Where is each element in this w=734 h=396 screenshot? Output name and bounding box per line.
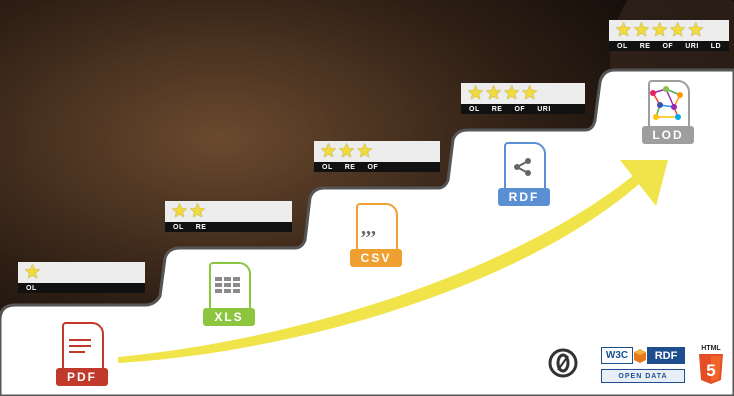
step-3-stars: ★ ★ ★ [320,142,373,161]
linked-data-cloud-icon [650,86,683,120]
background [0,0,734,396]
step-3-codes: OL RE OF [314,162,440,172]
step-2-panel: ★ ★ OL RE [165,201,292,232]
criterion-code: OF [662,42,674,50]
star-icon: ★ [503,82,521,104]
html5-number: 5 [706,361,715,380]
star-icon: ★ [356,140,374,162]
rdf-logo-text: RDF [647,347,685,364]
criterion-code: RE [639,42,651,50]
star-icon: ★ [521,82,539,104]
step-4-panel: ★ ★ ★ ★ OL RE OF URI [461,83,585,114]
step-4-codes: OL RE OF URI [461,104,585,114]
csv-label: CSV [350,249,402,267]
star-icon: ★ [633,19,651,41]
rdf-label: RDF [498,188,550,206]
criterion-code: LD [710,42,722,50]
svg-text:,,,: ,,, [361,219,376,237]
xls-file-icon: XLS [203,262,255,326]
share-graph-icon [514,158,531,176]
star-icon: ★ [467,82,485,104]
pdf-label: PDF [56,368,108,386]
step-2-stars: ★ ★ [171,202,206,221]
star-icon: ★ [24,261,42,283]
star-icon: ★ [320,140,338,162]
star-icon: ★ [669,19,687,41]
cc-zero-logo [548,348,578,378]
rdf-file-icon: RDF [498,142,550,206]
star-icon: ★ [615,19,633,41]
criterion-code: RE [344,163,356,171]
criterion-code: URI [537,105,551,113]
lod-file-icon: LOD [642,80,694,144]
criterion-code: RE [491,105,503,113]
text-lines-icon [69,339,91,353]
xls-label: XLS [203,308,255,326]
spreadsheet-grid-icon [215,277,240,293]
lod-label: LOD [642,126,694,144]
step-2-codes: OL RE [165,222,292,232]
w3c-logo-text: W3C [601,347,633,364]
csv-file-icon: ,,, CSV [350,203,402,267]
criterion-code: OL [617,42,628,50]
criterion-code: RE [195,223,207,231]
star-icon: ★ [338,140,356,162]
star-icon: ★ [189,200,207,222]
star-icon: ★ [171,200,189,222]
criterion-code: URI [685,42,699,50]
comma-values-icon: ,,, [361,219,376,237]
pdf-file-icon: PDF [56,322,108,386]
open-data-logo: OPEN DATA [601,369,685,383]
html-label: HTML [701,345,721,352]
rdf-cube-icon [634,349,646,363]
w3c-rdf-logo: W3C RDF [601,347,685,364]
step-1-codes: OL [18,283,145,293]
star-icon: ★ [687,19,705,41]
criterion-code: OL [26,284,37,292]
criterion-code: OL [469,105,480,113]
step-5-codes: OL RE OF URI LD [609,41,729,51]
criterion-code: OL [173,223,184,231]
step-1-stars: ★ [24,263,41,282]
criterion-code: OF [514,105,526,113]
html5-logo: HTML 5 [697,345,725,385]
star-icon: ★ [651,19,669,41]
step-4-stars: ★ ★ ★ ★ [467,84,538,103]
step-5-stars: ★ ★ ★ ★ ★ [615,21,704,40]
criterion-code: OL [322,163,333,171]
five-star-open-data-diagram: ★ OL ★ ★ OL RE ★ ★ ★ OL RE OF ★ ★ ★ ★ OL RE OF URI ★… [0,0,734,396]
star-icon: ★ [485,82,503,104]
criterion-code: OF [367,163,379,171]
step-3-panel: ★ ★ ★ OL RE OF [314,141,440,172]
step-1-panel: ★ OL [18,262,145,293]
html5-shield-icon: 5 [699,354,723,384]
step-5-panel: ★ ★ ★ ★ ★ OL RE OF URI LD [609,20,729,51]
